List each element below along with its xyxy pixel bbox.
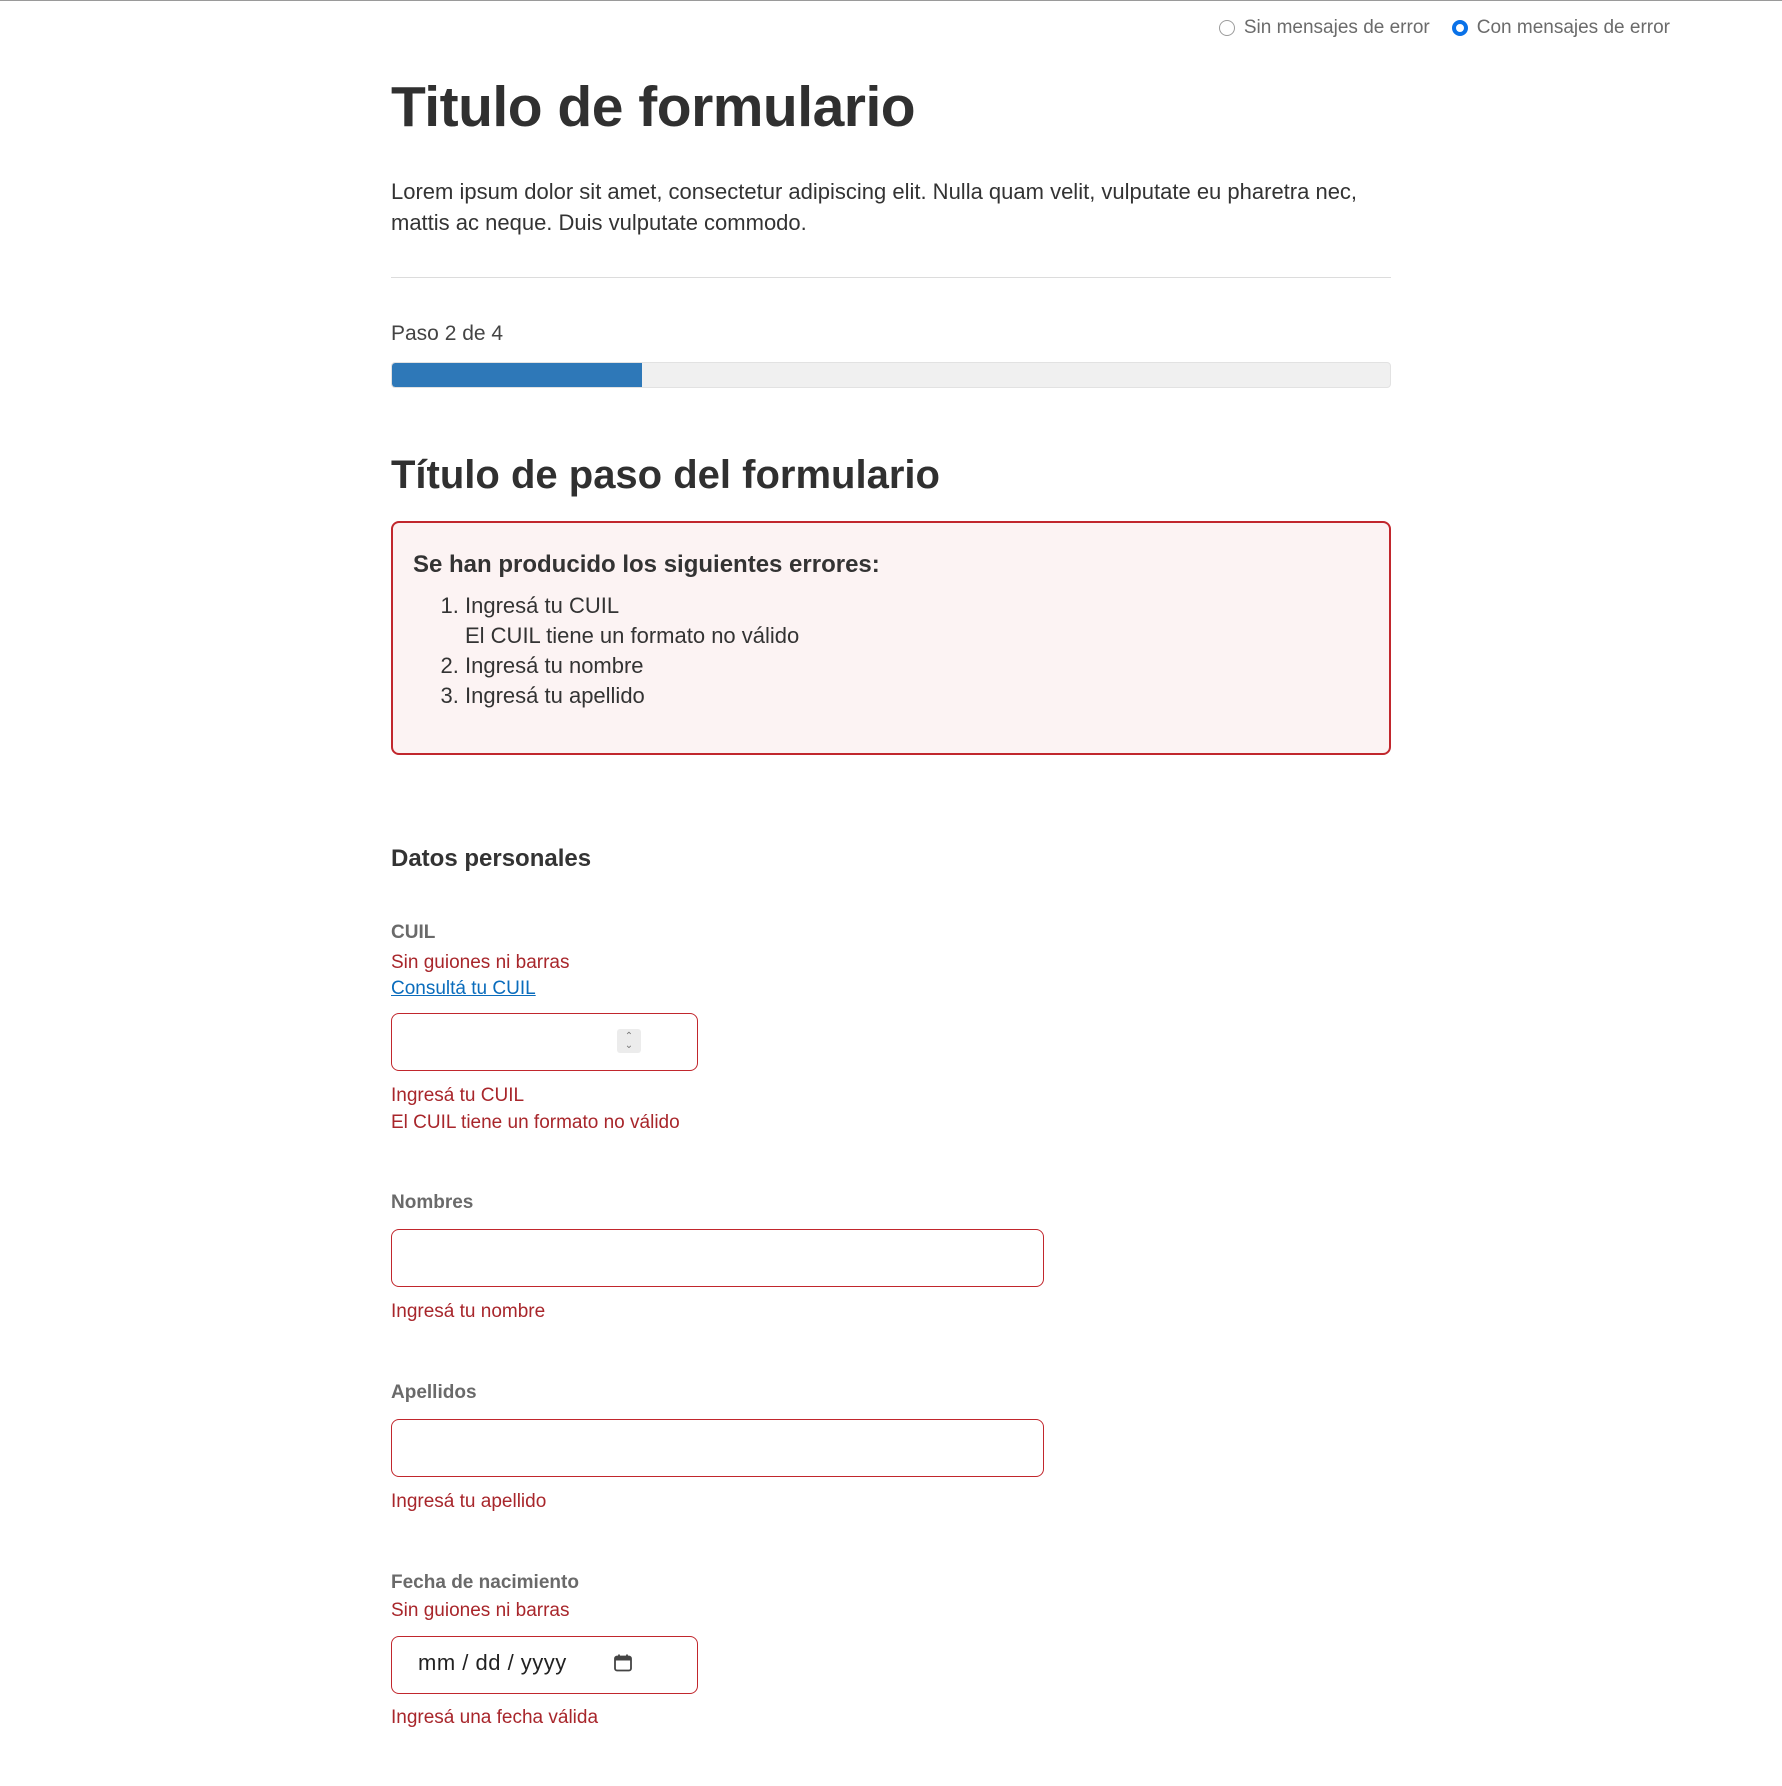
spinner-icon[interactable]: ⌃ ⌄ <box>617 1029 641 1053</box>
top-border <box>0 0 1782 1</box>
section-title: Datos personales <box>391 845 592 872</box>
nombres-label: Nombres <box>391 1192 474 1213</box>
step-indicator: Paso 2 de 4 <box>391 322 504 345</box>
option-con-errores[interactable]: Con mensajes de error <box>1451 17 1670 39</box>
calendar-icon[interactable] <box>613 1653 633 1673</box>
option-label: Sin mensajes de error <box>1243 17 1430 38</box>
nombres-input[interactable] <box>391 1229 1044 1287</box>
divider <box>391 277 1391 278</box>
date-placeholder: mm / dd / yyyy <box>418 1650 567 1675</box>
error-list-item[interactable]: Ingresá tu nombre <box>465 651 1369 681</box>
radio-icon[interactable] <box>1451 20 1468 36</box>
error-list-item[interactable]: Ingresá tu CUIL El CUIL tiene un formato… <box>465 591 1369 651</box>
fecha-label: Fecha de nacimiento <box>391 1572 579 1593</box>
apellidos-input[interactable] <box>391 1419 1044 1477</box>
cuil-input[interactable]: ⌃ ⌄ <box>391 1013 698 1071</box>
radio-icon[interactable] <box>1218 20 1235 36</box>
apellidos-error: Ingresá tu apellido <box>391 1491 547 1512</box>
cuil-error: Ingresá tu CUIL El CUIL tiene un formato… <box>391 1082 680 1136</box>
fecha-input[interactable]: mm / dd / yyyy <box>391 1636 698 1694</box>
error-item-text: Ingresá tu apellido <box>465 683 645 708</box>
error-mode-toggle: Sin mensajes de error Con mensajes de er… <box>1218 17 1670 39</box>
fecha-hint: Sin guiones ni barras <box>391 1600 570 1621</box>
error-item-subtext: El CUIL tiene un formato no válido <box>465 623 800 648</box>
cuil-error-format: El CUIL tiene un formato no válido <box>391 1112 680 1133</box>
progress-fill <box>392 363 642 387</box>
cuil-hint: Sin guiones ni barras <box>391 952 570 973</box>
error-summary: Se han producido los siguientes errores:… <box>391 521 1391 755</box>
option-label: Con mensajes de error <box>1476 17 1670 38</box>
nombres-error: Ingresá tu nombre <box>391 1301 546 1322</box>
fecha-error: Ingresá una fecha válida <box>391 1707 599 1728</box>
error-summary-title: Se han producido los siguientes errores: <box>413 551 880 578</box>
step-title: Título de paso del formulario <box>391 453 940 497</box>
page-title: Titulo de formulario <box>391 75 916 139</box>
cuil-error-required: Ingresá tu CUIL <box>391 1085 525 1106</box>
consulta-cuil-link[interactable]: Consultá tu CUIL <box>391 978 536 1000</box>
form-intro: Lorem ipsum dolor sit amet, consectetur … <box>391 179 1358 235</box>
progress-bar <box>391 362 1391 388</box>
option-sin-errores[interactable]: Sin mensajes de error <box>1218 17 1430 39</box>
apellidos-label: Apellidos <box>391 1382 477 1403</box>
cuil-label: CUIL <box>391 922 436 943</box>
error-list-item[interactable]: Ingresá tu apellido <box>465 681 1369 711</box>
error-item-text: Ingresá tu nombre <box>465 653 644 678</box>
error-list: Ingresá tu CUIL El CUIL tiene un formato… <box>413 591 1369 711</box>
error-item-text: Ingresá tu CUIL <box>465 593 620 618</box>
